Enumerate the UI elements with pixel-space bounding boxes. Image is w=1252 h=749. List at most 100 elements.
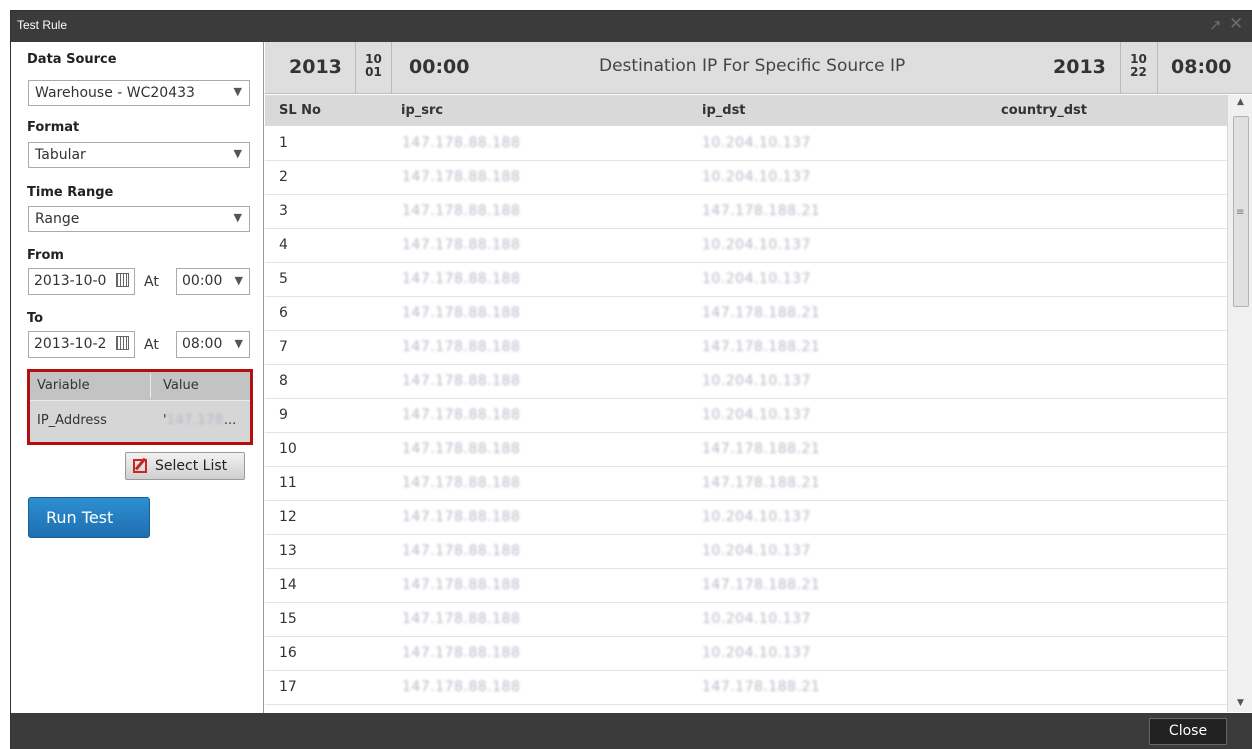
cell-ip-dst: 10.204.10.137 [702, 373, 811, 389]
cell-sl-no: 11 [279, 475, 297, 491]
column-header-ip-src[interactable]: ip_src [401, 103, 443, 118]
cell-ip-src: 147.178.88.188 [402, 611, 521, 627]
from-time-select[interactable]: 00:00 ▼ [176, 268, 250, 295]
time-info-bar: 2013 10 01 00:00 Destination IP For Spec… [265, 42, 1252, 94]
table-row[interactable]: 3 147.178.88.188 147.178.188.21 [265, 195, 1227, 229]
close-button[interactable]: Close [1149, 718, 1227, 745]
calendar-icon[interactable] [116, 336, 129, 350]
table-row[interactable]: 11 147.178.88.188 147.178.188.21 [265, 467, 1227, 501]
table-row[interactable]: 12 147.178.88.188 10.204.10.137 [265, 501, 1227, 535]
cell-ip-src: 147.178.88.188 [402, 475, 521, 491]
run-test-button[interactable]: Run Test [28, 497, 150, 538]
to-date-input[interactable]: 2013-10-2 [28, 331, 135, 358]
scroll-up-arrow-icon[interactable]: ▲ [1237, 97, 1244, 107]
cell-sl-no: 7 [279, 339, 288, 355]
time-range-select[interactable]: Range ▼ [28, 206, 250, 232]
expand-icon[interactable]: ↗ [1209, 16, 1222, 34]
cell-ip-src: 147.178.88.188 [402, 135, 521, 151]
divider [1120, 42, 1121, 94]
format-value: Tabular [35, 147, 86, 163]
data-source-value: Warehouse - WC20433 [35, 85, 195, 101]
table-row[interactable]: 9 147.178.88.188 10.204.10.137 [265, 399, 1227, 433]
variable-name: IP_Address [37, 413, 107, 428]
scrollbar-thumb[interactable]: ≡ [1233, 116, 1249, 307]
cell-ip-dst: 10.204.10.137 [702, 135, 811, 151]
to-at-label: At [144, 337, 159, 353]
cell-ip-dst: 10.204.10.137 [702, 509, 811, 525]
from-time-value: 00:00 [182, 273, 223, 289]
cell-ip-src: 147.178.88.188 [402, 577, 521, 593]
start-time: 00:00 [409, 56, 470, 78]
cell-sl-no: 8 [279, 373, 288, 389]
data-source-label: Data Source [27, 52, 117, 67]
table-row[interactable]: 17 147.178.88.188 147.178.188.21 [265, 671, 1227, 705]
column-header-sl-no[interactable]: SL No [279, 103, 321, 118]
divider [1157, 42, 1158, 94]
vertical-scrollbar[interactable]: ▲ ≡ ▼ [1227, 95, 1252, 712]
table-row[interactable]: 4 147.178.88.188 10.204.10.137 [265, 229, 1227, 263]
cell-sl-no: 5 [279, 271, 288, 287]
cell-ip-dst: 147.178.188.21 [702, 339, 821, 355]
data-source-select[interactable]: Warehouse - WC20433 ▼ [28, 80, 250, 106]
table-row[interactable]: 5 147.178.88.188 10.204.10.137 [265, 263, 1227, 297]
cell-sl-no: 3 [279, 203, 288, 219]
cell-ip-dst: 147.178.188.21 [702, 305, 821, 321]
from-at-label: At [144, 274, 159, 290]
calendar-icon[interactable] [116, 273, 129, 287]
end-month-day: 10 22 [1122, 42, 1155, 94]
chevron-down-icon: ▼ [234, 274, 243, 287]
cell-ip-src: 147.178.88.188 [402, 441, 521, 457]
select-list-label: Select List [155, 458, 228, 474]
cell-ip-src: 147.178.88.188 [402, 407, 521, 423]
table-row[interactable]: 16 147.178.88.188 10.204.10.137 [265, 637, 1227, 671]
table-row[interactable]: 15 147.178.88.188 10.204.10.137 [265, 603, 1227, 637]
cell-sl-no: 9 [279, 407, 288, 423]
time-range-label: Time Range [27, 185, 114, 200]
cell-ip-dst: 10.204.10.137 [702, 543, 811, 559]
end-time: 08:00 [1171, 56, 1232, 78]
time-range-value: Range [35, 211, 80, 227]
to-time-select[interactable]: 08:00 ▼ [176, 331, 250, 358]
end-year: 2013 [1053, 56, 1106, 78]
table-row[interactable]: 2 147.178.88.188 10.204.10.137 [265, 161, 1227, 195]
close-icon[interactable]: ✕ [1229, 14, 1243, 34]
cell-ip-src: 147.178.88.188 [402, 169, 521, 185]
cell-sl-no: 12 [279, 509, 297, 525]
to-label: To [27, 311, 44, 326]
table-row[interactable]: 14 147.178.88.188 147.178.188.21 [265, 569, 1227, 603]
cell-sl-no: 13 [279, 543, 297, 559]
scroll-down-arrow-icon[interactable]: ▼ [1237, 698, 1244, 708]
variable-column-header: Variable [37, 378, 90, 393]
chevron-down-icon: ▼ [233, 211, 242, 224]
cell-sl-no: 16 [279, 645, 297, 661]
variable-row[interactable]: IP_Address '147.178... [30, 402, 250, 442]
table-row[interactable]: 7 147.178.88.188 147.178.188.21 [265, 331, 1227, 365]
cell-ip-src: 147.178.88.188 [402, 679, 521, 695]
from-date-input[interactable]: 2013-10-0 [28, 268, 135, 295]
table-row[interactable]: 8 147.178.88.188 10.204.10.137 [265, 365, 1227, 399]
column-header-ip-dst[interactable]: ip_dst [702, 103, 746, 118]
cell-ip-dst: 10.204.10.137 [702, 271, 811, 287]
cell-ip-dst: 147.178.188.21 [702, 475, 821, 491]
chevron-down-icon: ▼ [234, 337, 243, 350]
divider [355, 42, 356, 94]
cell-sl-no: 15 [279, 611, 297, 627]
start-day: 01 [365, 65, 382, 79]
to-time-value: 08:00 [182, 336, 223, 352]
table-row[interactable]: 1 147.178.88.188 10.204.10.137 [265, 127, 1227, 161]
table-row[interactable]: 13 147.178.88.188 10.204.10.137 [265, 535, 1227, 569]
cell-sl-no: 1 [279, 135, 288, 151]
from-label: From [27, 248, 64, 263]
format-select[interactable]: Tabular ▼ [28, 142, 250, 168]
results-table: SL No ip_src ip_dst country_dst 1 147.178… [265, 95, 1227, 712]
table-row[interactable]: 10 147.178.88.188 147.178.188.21 [265, 433, 1227, 467]
variable-table: Variable Value IP_Address '147.178... [27, 369, 253, 445]
cell-ip-src: 147.178.88.188 [402, 339, 521, 355]
cell-ip-src: 147.178.88.188 [402, 237, 521, 253]
title-bar: Test Rule ↗ ✕ [11, 11, 1252, 42]
table-row[interactable]: 6 147.178.88.188 147.178.188.21 [265, 297, 1227, 331]
column-header-country-dst[interactable]: country_dst [1001, 103, 1087, 118]
results-panel: 2013 10 01 00:00 Destination IP For Spec… [265, 42, 1252, 713]
cell-sl-no: 10 [279, 441, 297, 457]
select-list-button[interactable]: Select List [125, 452, 245, 480]
